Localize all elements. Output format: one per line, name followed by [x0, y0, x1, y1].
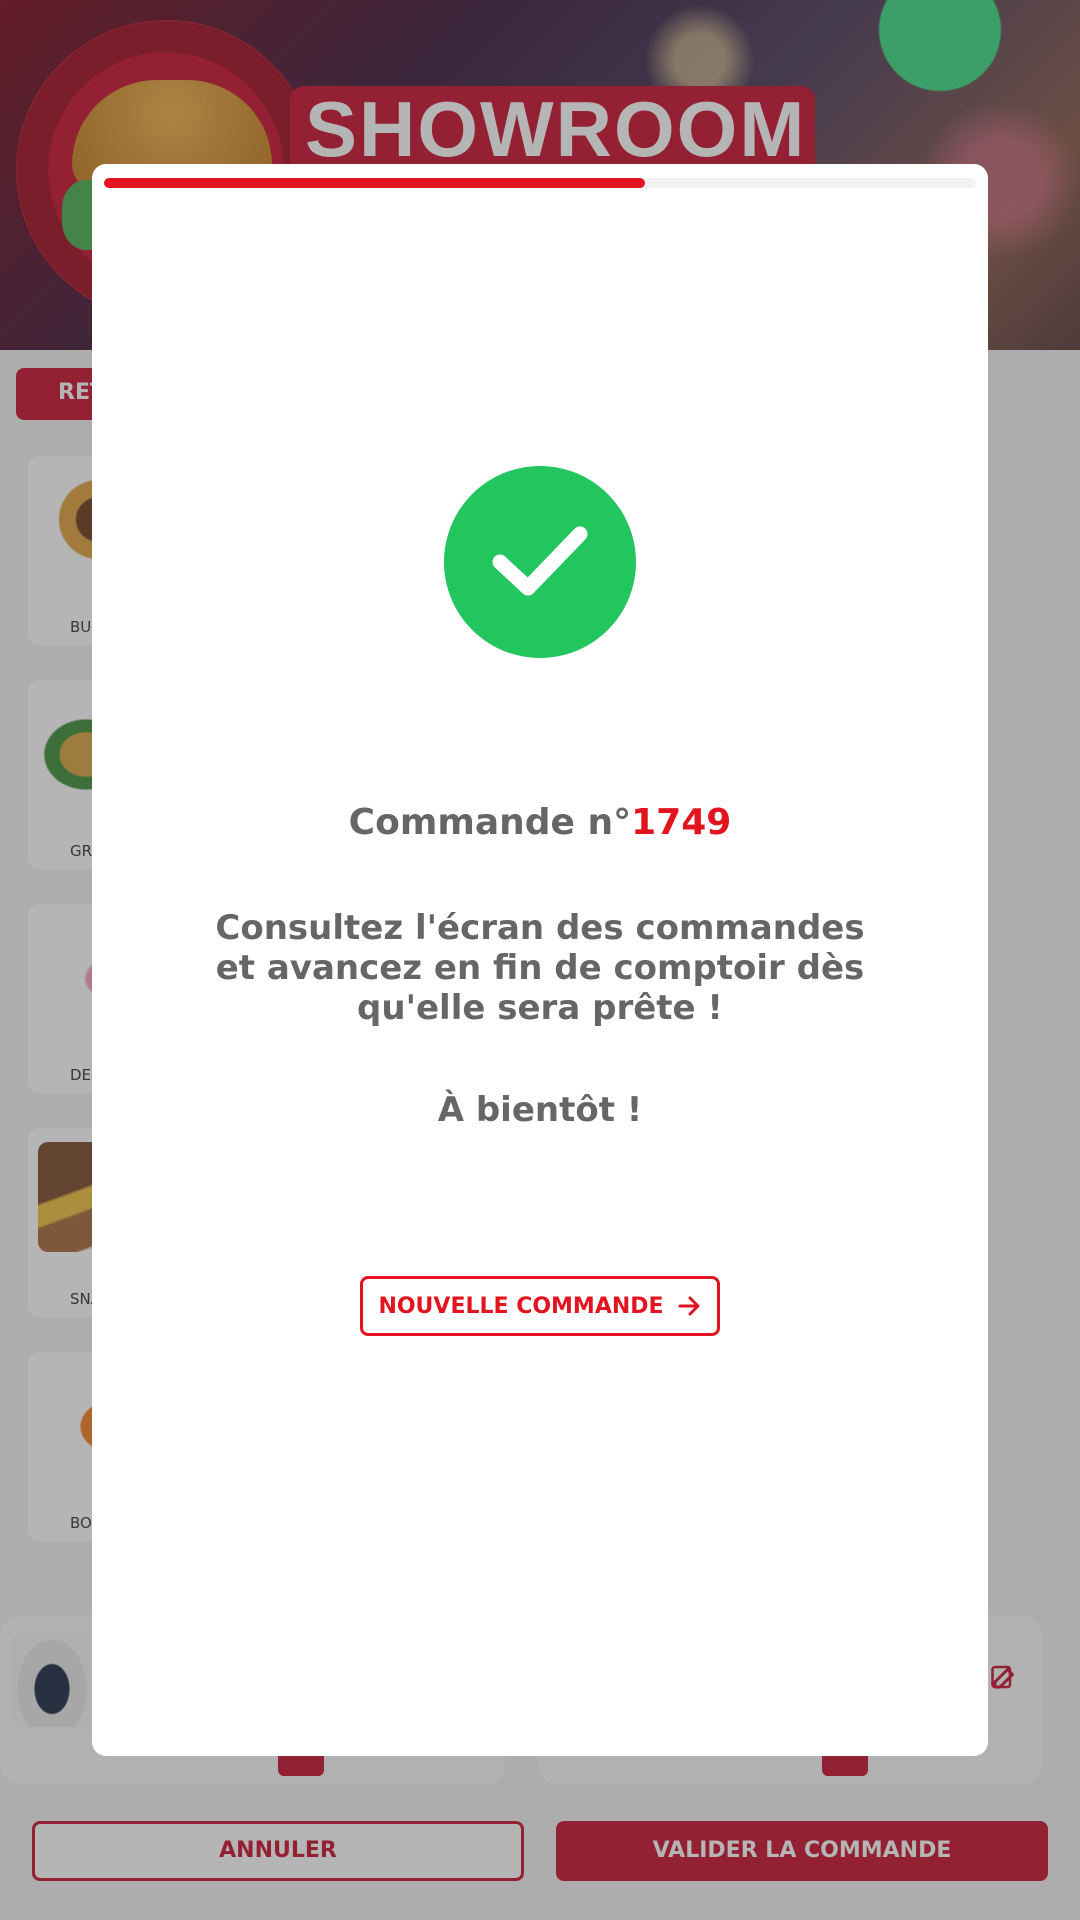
order-confirmation-modal: Commande n°1749 Consultez l'écran des co…	[92, 164, 988, 1756]
order-number: 1749	[631, 802, 732, 843]
farewell-text: À bientôt !	[437, 1090, 643, 1130]
new-order-button[interactable]: NOUVELLE COMMANDE	[360, 1276, 720, 1336]
arrow-right-icon	[678, 1296, 700, 1316]
pickup-instructions: Consultez l'écran des commandes et avanc…	[215, 908, 865, 1028]
order-prefix: Commande n°	[348, 802, 632, 843]
countdown-progress-bar	[104, 178, 976, 188]
check-circle-icon	[444, 466, 636, 658]
order-number-heading: Commande n°1749	[92, 802, 988, 843]
countdown-progress-fill	[104, 178, 645, 188]
new-order-label: NOUVELLE COMMANDE	[378, 1293, 664, 1319]
